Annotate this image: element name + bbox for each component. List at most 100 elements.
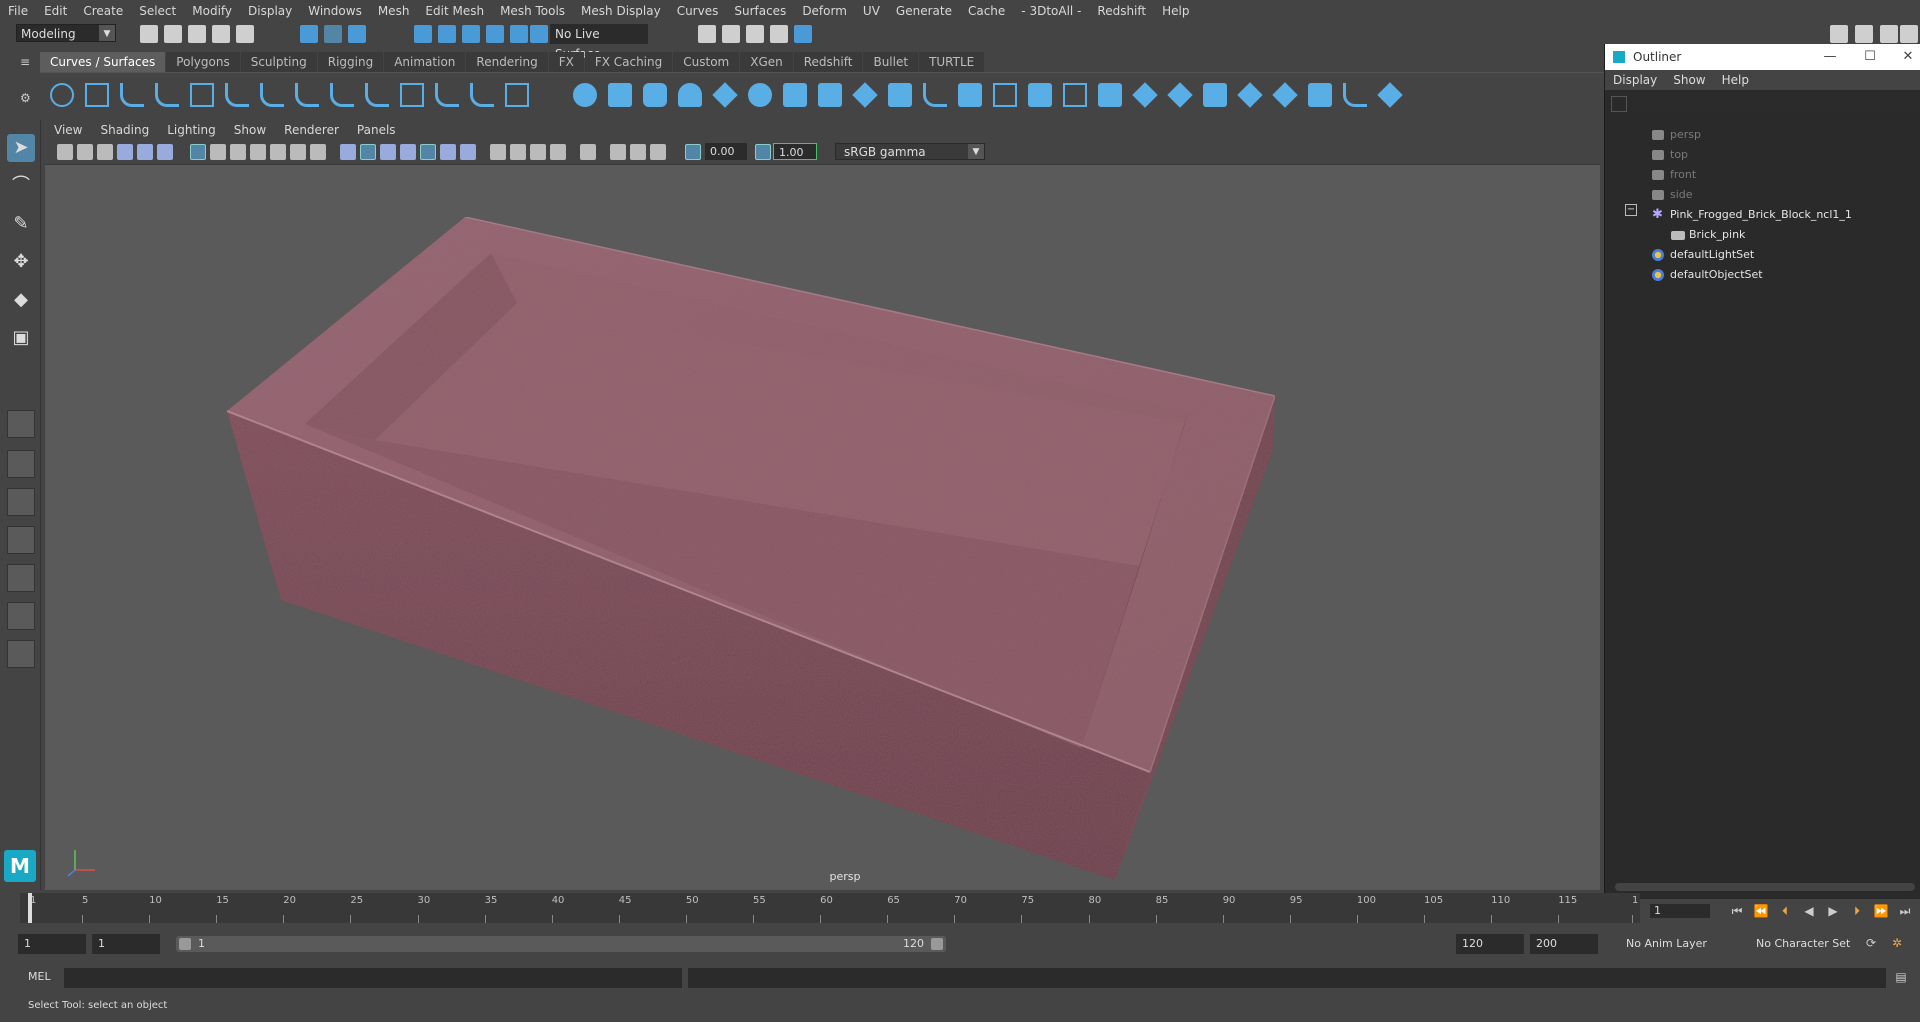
loft-icon[interactable] — [818, 83, 842, 107]
extend-surface-icon[interactable] — [1272, 82, 1298, 108]
step-forward-frame-icon[interactable]: ⏩ — [1872, 902, 1890, 920]
maximize-icon[interactable]: ☐ — [1855, 44, 1885, 70]
bezier-curve-icon[interactable] — [260, 83, 284, 107]
shelf-tab-rigging[interactable]: Rigging — [317, 52, 384, 72]
move-tool[interactable]: ✥ — [7, 248, 35, 276]
outliner-menu-display[interactable]: Display — [1605, 70, 1665, 90]
insert-knot-icon[interactable] — [365, 83, 389, 107]
time-slider[interactable]: 1 5 10 15 20 25 30 35 40 45 50 55 60 65 70 75 80 85 90 95 10… — [20, 893, 1640, 923]
persp-hypershade-layout-button[interactable] — [7, 564, 35, 592]
script-language-label[interactable]: MEL — [28, 970, 51, 983]
select-component-icon[interactable] — [348, 25, 366, 43]
select-object-icon[interactable] — [324, 25, 342, 43]
go-to-end-icon[interactable]: ⏭ — [1896, 902, 1914, 920]
menu-create[interactable]: Create — [75, 0, 131, 22]
go-to-start-icon[interactable]: ⏮ — [1728, 902, 1746, 920]
character-set-dropdown[interactable]: No Character Set — [1750, 934, 1860, 954]
paint-select-tool[interactable]: ✎ — [7, 210, 35, 238]
minimize-icon[interactable]: — — [1815, 44, 1845, 70]
extrude-icon[interactable] — [888, 83, 912, 107]
outliner-item[interactable]: front — [1652, 166, 1696, 184]
menu-3dtoall[interactable]: - 3DtoAll - — [1013, 0, 1089, 22]
menu-edit-mesh[interactable]: Edit Mesh — [417, 0, 492, 22]
shelf-settings-icon[interactable]: ⚙ — [20, 92, 32, 104]
menu-redshift[interactable]: Redshift — [1089, 0, 1154, 22]
nurbs-cylinder-icon[interactable] — [643, 83, 667, 107]
ipr-render-icon[interactable] — [746, 25, 764, 43]
trim-tool-icon[interactable] — [1063, 83, 1087, 107]
play-forwards-icon[interactable]: ▶ — [1824, 902, 1842, 920]
intersect-surfaces-icon[interactable] — [1028, 83, 1052, 107]
extend-curve-icon[interactable] — [400, 83, 424, 107]
snap-grid-icon[interactable] — [414, 25, 432, 43]
persp-outliner-layout-button[interactable] — [7, 488, 35, 516]
menu-deform[interactable]: Deform — [794, 0, 855, 22]
snap-curve-icon[interactable] — [438, 25, 456, 43]
anim-layer-dropdown[interactable]: No Anim Layer — [1620, 934, 1730, 954]
nurbs-plane-icon[interactable] — [712, 82, 738, 108]
shelf-tab-rendering[interactable]: Rendering — [466, 52, 548, 72]
untrim-icon[interactable] — [1098, 83, 1122, 107]
open-scene-icon[interactable] — [164, 25, 182, 43]
shelf-tab-curves-surfaces[interactable]: Curves / Surfaces — [40, 52, 166, 72]
snap-center-icon[interactable] — [530, 25, 548, 43]
play-backwards-icon[interactable]: ◀ — [1800, 902, 1818, 920]
project-curve-icon[interactable] — [993, 83, 1017, 107]
hypershade-icon[interactable] — [794, 25, 812, 43]
arc-tool-icon[interactable] — [225, 83, 249, 107]
add-points-icon[interactable] — [505, 83, 529, 107]
animation-end-field[interactable]: 200 — [1530, 934, 1598, 954]
outliner-item[interactable]: top — [1652, 146, 1688, 164]
offset-curve-icon[interactable] — [435, 83, 459, 107]
range-end-handle[interactable] — [931, 938, 943, 950]
nurbs-torus-icon[interactable] — [748, 83, 772, 107]
snap-point-icon[interactable] — [462, 25, 480, 43]
step-forward-key-icon[interactable]: ⏵ — [1848, 902, 1866, 920]
current-frame-field[interactable]: 1 — [1650, 904, 1710, 918]
step-back-key-icon[interactable]: ⏴ — [1776, 902, 1794, 920]
nurbs-cube-icon[interactable] — [608, 83, 632, 107]
menu-mesh[interactable]: Mesh — [370, 0, 418, 22]
menu-select[interactable]: Select — [131, 0, 184, 22]
shelf-tab-xgen[interactable]: XGen — [740, 52, 793, 72]
rebuild-curve-icon[interactable] — [470, 83, 494, 107]
shelf-tab-sculpting[interactable]: Sculpting — [240, 52, 317, 72]
custom-layout-button[interactable] — [7, 640, 35, 668]
undo-icon[interactable] — [212, 25, 230, 43]
shelf-tab-custom[interactable]: Custom — [673, 52, 740, 72]
shelf-tab-fx[interactable]: FX — [548, 52, 584, 72]
select-hierarchy-icon[interactable] — [300, 25, 318, 43]
ep-curve-icon[interactable] — [155, 83, 179, 107]
range-start-handle[interactable] — [179, 938, 191, 950]
filter-icon[interactable] — [1611, 96, 1627, 112]
cv-curve-icon[interactable] — [120, 83, 144, 107]
playback-end-field[interactable]: 120 — [1456, 934, 1524, 954]
menu-set-selector[interactable]: Modeling ▼ — [16, 24, 116, 42]
menu-display[interactable]: Display — [240, 0, 300, 22]
range-slider[interactable]: 1 120 — [176, 936, 946, 952]
step-back-frame-icon[interactable]: ⏪ — [1752, 902, 1770, 920]
birail-icon[interactable] — [923, 83, 947, 107]
attach-curves-icon[interactable] — [295, 83, 319, 107]
menu-generate[interactable]: Generate — [888, 0, 960, 22]
menu-surfaces[interactable]: Surfaces — [726, 0, 794, 22]
menu-cache[interactable]: Cache — [960, 0, 1013, 22]
nurbs-sphere-icon[interactable] — [573, 83, 597, 107]
rebuild-surface-icon[interactable] — [1308, 83, 1332, 107]
snap-plane-icon[interactable] — [486, 25, 504, 43]
new-scene-icon[interactable] — [140, 25, 158, 43]
animation-start-field[interactable]: 1 — [18, 934, 86, 954]
collapse-toggle-icon[interactable]: − — [1625, 204, 1637, 216]
detach-curves-icon[interactable] — [330, 83, 354, 107]
toolbox-toggle-icon[interactable] — [1855, 25, 1873, 43]
shelf-tab-redshift[interactable]: Redshift — [793, 52, 863, 72]
select-tool[interactable]: ➤ — [7, 134, 35, 162]
outliner-item[interactable]: ✱ Pink_Frogged_Brick_Block_ncl1_1 — [1652, 206, 1852, 224]
persp-graph-layout-button[interactable] — [7, 526, 35, 554]
square-curve-icon[interactable] — [85, 83, 109, 107]
open-close-surface-icon[interactable] — [1203, 83, 1227, 107]
render-frame-icon[interactable] — [722, 25, 740, 43]
shelf-tab-turtle[interactable]: TURTLE — [919, 52, 985, 72]
attribute-editor-toggle-icon[interactable] — [1880, 25, 1898, 43]
menu-mesh-display[interactable]: Mesh Display — [573, 0, 669, 22]
